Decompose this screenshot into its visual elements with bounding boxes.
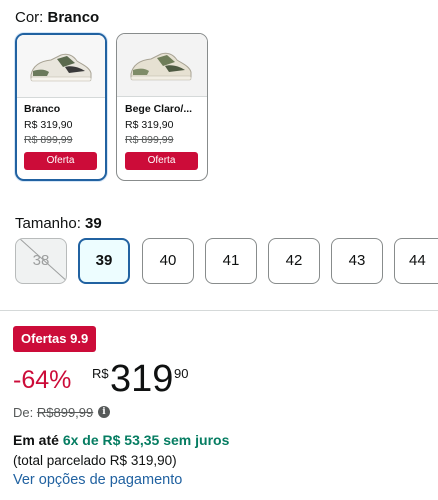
installments-offer: 6x de R$ 53,35 sem juros [62, 432, 230, 448]
sneaker-icon [130, 52, 192, 81]
variant-deal-badge: Oferta [125, 152, 198, 170]
variant-card-bege-claro[interactable]: Bege Claro/... R$ 319,90 R$ 899,99 Ofert… [116, 33, 208, 181]
size-label: Tamanho: 39 [15, 215, 102, 232]
price-fraction: 90 [174, 366, 189, 381]
old-price-row: De: R$899,99 [13, 405, 93, 420]
installments-total: (total parcelado R$ 319,90) [13, 453, 177, 468]
variant-card-branco[interactable]: Branco R$ 319,90 R$ 899,99 Oferta [15, 33, 107, 181]
variant-name: Branco [24, 103, 61, 115]
size-option-41[interactable]: 41 [205, 238, 257, 284]
size-option-label: 40 [159, 252, 177, 269]
size-label-prefix: Tamanho: [15, 215, 81, 232]
variant-thumbnail [17, 35, 105, 98]
deal-badge: Ofertas 9.9 [13, 326, 97, 352]
variant-old-price: R$ 899,99 [24, 134, 73, 146]
size-option-label: 44 [409, 252, 426, 269]
variant-old-price: R$ 899,99 [125, 134, 174, 146]
payment-options-link[interactable]: Ver opções de pagamento [13, 472, 182, 488]
size-option-label: 38 [32, 252, 50, 269]
variant-name: Bege Claro/... [125, 103, 193, 115]
price-whole: 319 [110, 358, 174, 400]
size-option-label: 41 [222, 252, 240, 269]
sneaker-icon [30, 53, 92, 82]
size-option-label: 39 [95, 252, 113, 269]
discount-percent: -64% [13, 366, 72, 394]
size-option-38[interactable]: 38 [15, 238, 67, 284]
variant-price: R$ 319,90 [125, 119, 174, 131]
section-divider [0, 310, 438, 311]
color-label-prefix: Cor: [15, 9, 44, 26]
unavailable-slash [18, 239, 66, 283]
size-option-43[interactable]: 43 [331, 238, 383, 284]
size-option-40[interactable]: 40 [142, 238, 194, 284]
size-option-label: 42 [285, 252, 303, 269]
installments-line: Em até 6x de R$ 53,35 sem juros [13, 432, 229, 448]
color-label: Cor: Branco [15, 9, 99, 26]
old-price-label: De: [13, 405, 34, 420]
old-price-value: R$899,99 [36, 405, 94, 420]
size-option-44[interactable]: 44 [394, 238, 438, 284]
installments-prefix: Em até [13, 432, 59, 448]
price-currency: R$ [92, 366, 109, 381]
size-option-42[interactable]: 42 [268, 238, 320, 284]
variant-deal-badge: Oferta [24, 152, 97, 170]
variant-price: R$ 319,90 [24, 119, 73, 131]
color-selected-value: Branco [47, 9, 100, 26]
variant-thumbnail [117, 34, 207, 97]
size-option-39[interactable]: 39 [78, 238, 130, 284]
info-icon[interactable]: i [98, 406, 110, 418]
size-option-label: 43 [348, 252, 366, 269]
size-selected-value: 39 [85, 215, 102, 232]
